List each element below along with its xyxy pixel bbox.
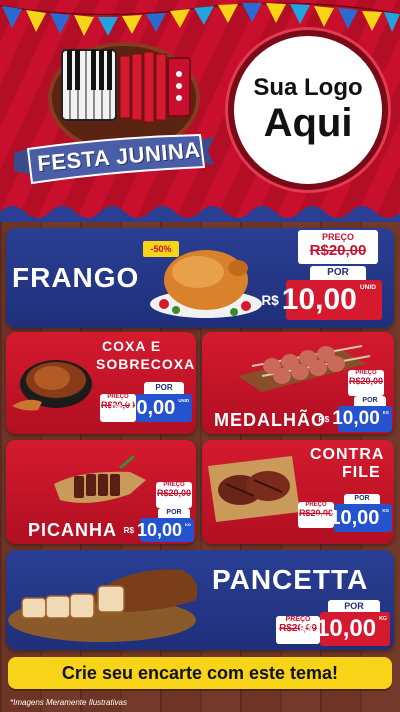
cta-button[interactable]: Crie seu encarte com este tema! [8,657,392,689]
unit-label: UNID [178,398,189,403]
logo-line1: Sua Logo [253,73,363,101]
unit-label: KG [379,616,387,622]
new-price: 10,00 [137,519,183,540]
por-label: POR [158,508,190,518]
preco-label: PREÇO [285,616,311,623]
old-price-tag: PREÇO R$20,00 [276,616,320,644]
product-card-pancetta[interactable]: PANCETTA POR PREÇO R$20,00 R$ 10,00 KG [6,550,394,650]
product-name-medalhao: MEDALHÃO [214,410,326,430]
currency: R$ [314,513,327,523]
footnote: *Imagens Meramente Ilustrativas [10,698,127,707]
old-price: R$20,00 [309,242,367,259]
new-price: 10,00 [125,396,176,419]
new-price: 10,00 [329,506,380,529]
new-price-tag: R$ 10,00 UNID [262,280,382,320]
new-price-tag: R$ 10,00 KG [299,612,390,646]
logo-line2: Aqui [263,101,353,146]
product-card-medalhao[interactable]: PREÇO R$20,00 POR MEDALHÃO R$ 10,00 KG [202,332,394,434]
currency: R$ [110,403,123,413]
wave-divider [0,206,400,222]
product-card-contra-file[interactable]: CONTRA FILE PREÇO R$20,00 POR R$ 10,00 K… [202,440,394,544]
new-price-tag: R$ 10,00 KG [315,504,392,532]
new-price: 10,00 [316,615,377,642]
product-name-pancetta: PANCETTA [212,564,369,595]
roast-chicken-icon [150,250,262,318]
contra-file-steak-icon [208,456,300,522]
new-price-tag: R$ 10,00 UNID [111,394,192,422]
product-name-frango: FRANGO [12,262,140,293]
currency: R$ [123,525,135,535]
header: FESTA JUNINA Sua Logo Aqui [0,0,400,222]
unit-label: KG [382,410,389,415]
new-price-tag: R$ 10,00 KG [318,406,392,432]
product-card-frango[interactable]: FRANGO -50% PREÇO R$20,00 POR R$ 10,00 U… [6,228,394,328]
old-price: R$20,00 [279,623,317,634]
product-name-contra-1: CONTRA [310,446,385,463]
new-price: 10,00 [281,283,357,316]
por-label: POR [144,382,184,394]
product-name-contra-2: FILE [342,464,381,481]
chicken-thigh-pan-icon [12,360,92,411]
new-price: 10,00 [332,408,380,429]
logo-placeholder[interactable]: Sua Logo Aqui [228,30,388,190]
currency: R$ [299,623,314,635]
old-price-tag: PREÇO R$20,00 [298,230,378,264]
unit-label: UNID [359,284,376,291]
product-card-coxa[interactable]: COXA E SOBRECOXA PREÇO R$20,00 POR R$ 10… [6,332,196,434]
por-label: POR [344,494,380,504]
old-price-tag: PREÇO R$20,00 [156,482,192,508]
picanha-steak-icon [54,454,146,503]
preco-label: PREÇO [321,232,354,242]
festa-junina-badge: FESTA JUNINA [14,36,214,186]
old-price: R$20,00 [156,488,192,498]
new-price-tag: R$ 10,00 KG [124,518,194,542]
por-label: POR [310,266,366,280]
old-price-tag: PREÇO R$20,00 [348,370,384,396]
unit-label: KG [382,508,389,513]
old-price: R$20,00 [348,376,384,386]
por-label: POR [354,396,386,406]
currency: R$ [318,414,330,424]
por-label: POR [328,600,380,612]
product-name-coxa-1: COXA E [102,338,162,354]
product-name-coxa-2: SOBRECOXA [96,356,196,372]
pancetta-board-icon [8,569,198,642]
product-card-picanha[interactable]: PREÇO R$20,00 POR PICANHA R$ 10,00 KG [6,440,196,544]
currency: R$ [261,292,279,308]
product-name-picanha: PICANHA [28,520,118,540]
unit-label: KG [185,522,191,527]
